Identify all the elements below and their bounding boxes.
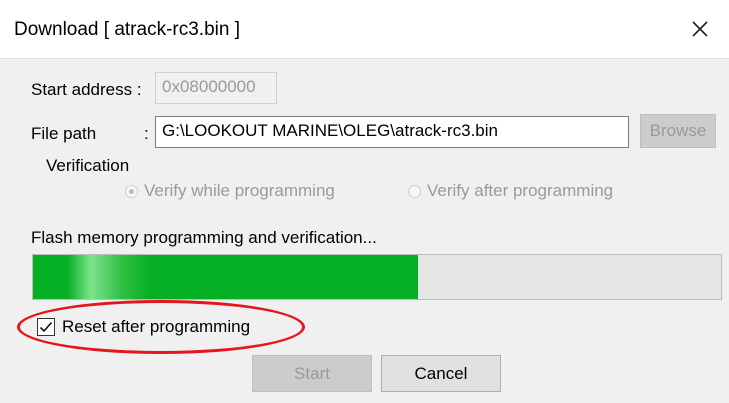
close-icon	[692, 21, 708, 37]
start-address-label: Start address :	[31, 80, 142, 99]
window-title: Download [ atrack-rc3.bin ]	[14, 19, 240, 40]
progress-fill	[33, 255, 419, 299]
progress-status-text: Flash memory programming and verificatio…	[31, 228, 377, 247]
file-path-colon: :	[144, 124, 149, 143]
browse-button[interactable]: Browse	[640, 114, 716, 148]
programming-progress-bar	[32, 254, 722, 300]
verify-after-label: Verify after programming	[427, 181, 614, 200]
cancel-button[interactable]: Cancel	[381, 355, 501, 392]
verify-while-programming-option[interactable]: Verify while programming	[125, 181, 335, 201]
start-address-field[interactable]: 0x08000000	[155, 72, 277, 104]
red-highlight-ellipse	[17, 300, 305, 354]
download-dialog: Download [ atrack-rc3.bin ] Start addres…	[0, 0, 729, 403]
verify-while-label: Verify while programming	[144, 181, 335, 200]
start-button[interactable]: Start	[252, 355, 372, 392]
start-address-value: 0x08000000	[162, 77, 256, 96]
verify-after-programming-option[interactable]: Verify after programming	[408, 181, 613, 201]
title-bar: Download [ atrack-rc3.bin ]	[0, 0, 729, 59]
radio-verify-while[interactable]	[125, 184, 138, 198]
file-path-field[interactable]: G:\LOOKOUT MARINE\OLEG\atrack-rc3.bin	[155, 116, 629, 148]
file-path-label: File path	[31, 124, 97, 143]
close-button[interactable]	[683, 12, 717, 46]
radio-verify-after[interactable]	[408, 184, 421, 198]
file-path-value: G:\LOOKOUT MARINE\OLEG\atrack-rc3.bin	[162, 121, 498, 140]
verification-group-label: Verification	[46, 156, 130, 175]
